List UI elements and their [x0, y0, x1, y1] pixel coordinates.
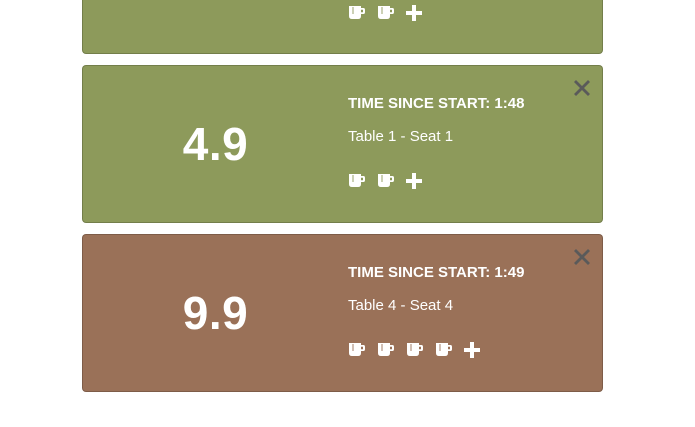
rating-score: 9.9: [182, 287, 249, 339]
plus-icon[interactable]: [406, 5, 422, 21]
coffee-cup-icon[interactable]: [435, 342, 453, 358]
table-seat-label: Table 4 - Seat 4: [348, 297, 454, 314]
plus-icon[interactable]: [406, 173, 422, 189]
order-info: TIME SINCE START: 1:49 Table 4 - Seat 4: [348, 263, 562, 316]
coffee-cup-icon[interactable]: [348, 342, 366, 358]
coffee-cup-icon[interactable]: [406, 342, 424, 358]
table-seat-label: Table 1 - Seat 1: [348, 128, 454, 145]
order-card: 9.9 TIME SINCE START: 1:49 Table 4 - Sea…: [82, 234, 603, 392]
coffee-cup-icon[interactable]: [348, 173, 366, 189]
plus-icon[interactable]: [464, 342, 480, 358]
close-icon[interactable]: [573, 79, 591, 97]
order-card: 4.9 TIME SINCE START: 1:48 Table 1 - Sea…: [82, 65, 603, 223]
drink-icons: [348, 340, 480, 360]
rating-score: 4.9: [182, 118, 249, 170]
close-icon[interactable]: [573, 248, 591, 266]
coffee-cup-icon[interactable]: [377, 5, 395, 21]
coffee-cup-icon[interactable]: [348, 5, 366, 21]
time-since-start: TIME SINCE START: 1:48: [348, 95, 525, 112]
coffee-cup-icon[interactable]: [377, 342, 395, 358]
drink-icons: [348, 171, 422, 191]
time-since-start: TIME SINCE START: 1:49: [348, 264, 525, 281]
order-info: TIME SINCE START: 1:48 Table 1 - Seat 1: [348, 94, 562, 147]
order-list: 4.9 TIME SINCE START: 1:48 Table 1 - Sea…: [0, 0, 695, 427]
drink-icons: [348, 3, 422, 23]
coffee-cup-icon[interactable]: [377, 173, 395, 189]
order-card: [82, 0, 603, 54]
